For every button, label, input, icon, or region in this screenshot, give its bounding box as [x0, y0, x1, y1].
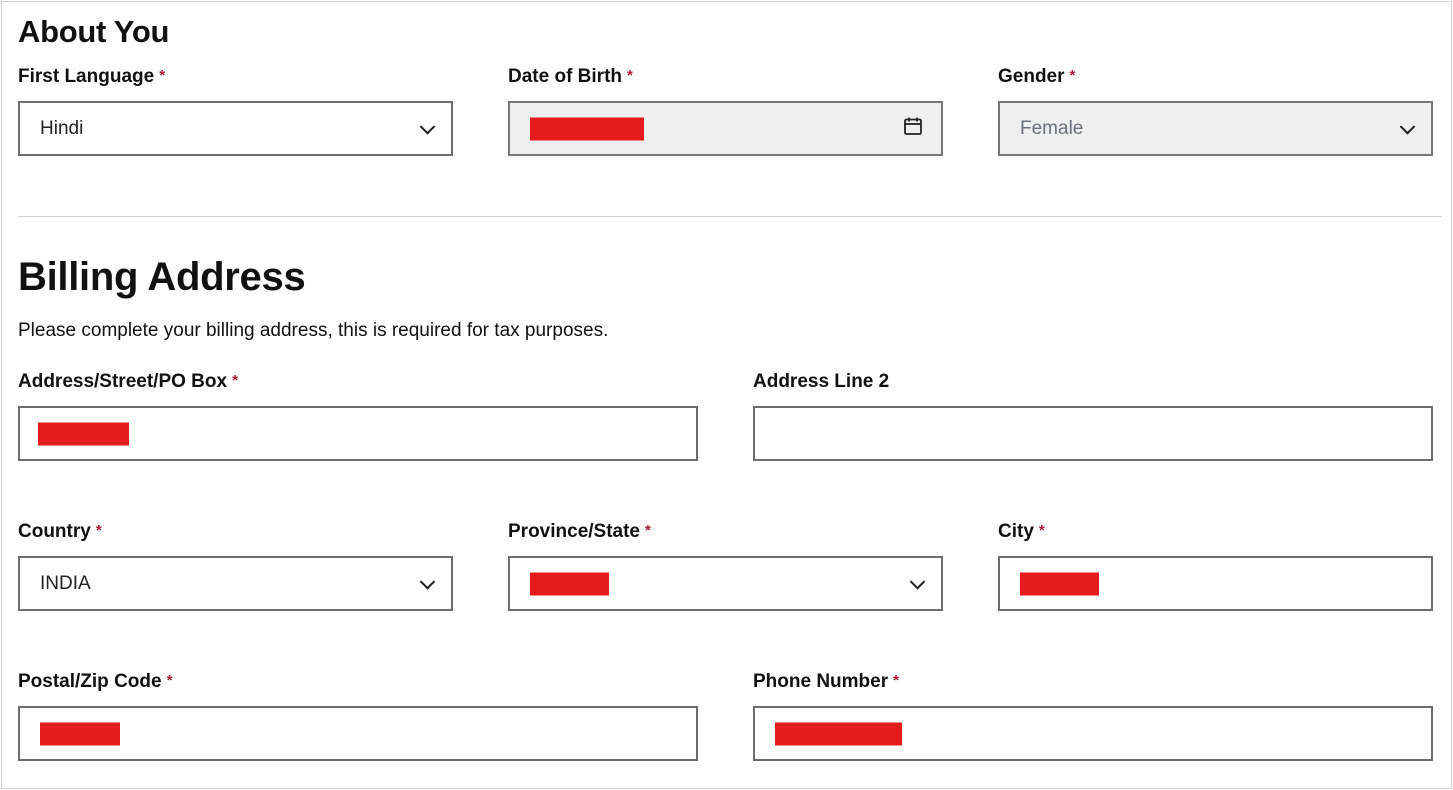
address-street-label-text: Address/Street/PO Box	[18, 371, 228, 392]
gender-label: Gender *	[998, 66, 1075, 88]
city-label: City *	[998, 521, 1045, 543]
province-state-label-text: Province/State	[508, 521, 640, 542]
required-asterisk: *	[645, 522, 651, 539]
redacted-value	[38, 422, 129, 445]
city-label-text: City	[998, 521, 1034, 542]
phone-number-label: Phone Number *	[753, 671, 899, 693]
chevron-down-icon	[909, 573, 926, 590]
country-select[interactable]: INDIA	[18, 556, 453, 611]
postal-code-input[interactable]	[18, 706, 698, 761]
redacted-value	[40, 722, 120, 745]
gender-value: Female	[1020, 117, 1084, 139]
section-divider	[18, 216, 1442, 217]
section-title-about-you: About You	[18, 14, 170, 49]
required-asterisk: *	[166, 672, 173, 689]
required-asterisk: *	[232, 372, 238, 389]
gender-label-text: Gender	[998, 66, 1065, 87]
required-asterisk: *	[159, 67, 166, 84]
chevron-down-icon	[1399, 118, 1416, 135]
date-of-birth-label: Date of Birth *	[508, 66, 633, 88]
address-street-label: Address/Street/PO Box *	[18, 371, 238, 393]
redacted-value	[530, 117, 644, 140]
first-language-label: First Language *	[18, 66, 165, 88]
required-asterisk: *	[627, 67, 633, 84]
address-street-input[interactable]	[18, 406, 698, 461]
first-language-select[interactable]: Hindi	[18, 101, 453, 156]
required-asterisk: *	[95, 522, 102, 539]
required-asterisk: *	[1038, 522, 1045, 539]
gender-select[interactable]: Female	[998, 101, 1433, 156]
chevron-down-icon	[419, 573, 436, 590]
redacted-value	[530, 572, 609, 595]
country-value: INDIA	[40, 572, 91, 594]
section-title-billing-address: Billing Address	[18, 255, 306, 299]
billing-address-description: Please complete your billing address, th…	[18, 320, 609, 341]
first-language-label-text: First Language	[18, 66, 155, 87]
phone-number-input[interactable]	[753, 706, 1433, 761]
postal-code-label-text: Postal/Zip Code	[18, 671, 162, 692]
province-state-label: Province/State *	[508, 521, 651, 543]
chevron-down-icon	[419, 118, 436, 135]
required-asterisk: *	[1069, 67, 1076, 84]
city-input[interactable]	[998, 556, 1433, 611]
country-label: Country *	[18, 521, 102, 543]
country-label-text: Country	[18, 521, 91, 542]
address-line-2-label: Address Line 2	[753, 371, 889, 393]
redacted-value	[775, 722, 902, 745]
redacted-value	[1020, 572, 1099, 595]
address-line-2-input[interactable]	[753, 406, 1433, 461]
province-state-select[interactable]	[508, 556, 943, 611]
date-of-birth-input[interactable]	[508, 101, 943, 156]
date-of-birth-label-text: Date of Birth	[508, 66, 622, 87]
phone-number-label-text: Phone Number	[753, 671, 889, 692]
address-line-2-label-text: Address Line 2	[753, 371, 890, 392]
postal-code-label: Postal/Zip Code *	[18, 671, 172, 693]
calendar-icon[interactable]	[903, 116, 923, 142]
first-language-value: Hindi	[40, 117, 84, 139]
required-asterisk: *	[893, 672, 899, 689]
